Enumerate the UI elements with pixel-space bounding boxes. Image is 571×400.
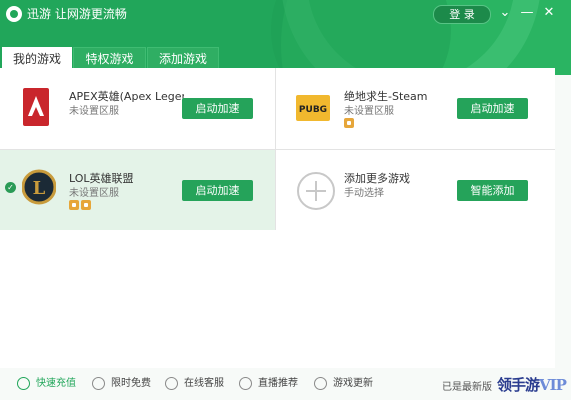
pubg-icon: PUBG: [296, 95, 330, 121]
tab-privilege-games[interactable]: 特权游戏: [73, 47, 146, 69]
live-play-icon: [239, 377, 252, 390]
tab-add-games[interactable]: 添加游戏: [147, 47, 219, 69]
upload-arrow-icon: [314, 377, 327, 390]
plus-circle-icon[interactable]: [296, 171, 336, 211]
game-card-lol[interactable]: ✓ L LOL英雄联盟 未设置区服 启动加速: [0, 150, 275, 230]
minimize-icon[interactable]: —: [518, 4, 536, 22]
privilege-badge-icon: [81, 200, 91, 210]
start-accelerate-button[interactable]: 启动加速: [182, 180, 253, 201]
footer-service-link[interactable]: 在线客服: [165, 377, 227, 391]
watermark-logo: 领手游VIP: [497, 376, 567, 394]
start-accelerate-button[interactable]: 启动加速: [457, 98, 528, 119]
games-panel: APEX英雄(Apex Legen... 未设置区服 启动加速 PUBG 绝地求…: [0, 68, 555, 368]
decorative-swirl-dark: [271, 0, 451, 75]
svg-text:PUBG: PUBG: [299, 105, 327, 115]
tab-my-games[interactable]: 我的游戏: [2, 47, 72, 69]
game-server: 未设置区服: [344, 106, 394, 117]
start-accelerate-button[interactable]: 启动加速: [182, 98, 253, 119]
footer-update-link[interactable]: 游戏更新: [314, 377, 376, 391]
game-server: 未设置区服: [69, 106, 119, 117]
apex-legends-icon: [23, 88, 49, 126]
close-icon[interactable]: ✕: [540, 4, 558, 22]
stopwatch-icon: [92, 377, 105, 390]
app-logo-icon: [6, 6, 22, 22]
game-card-pubg[interactable]: PUBG 绝地求生-Steam 未设置区服 启动加速: [276, 68, 555, 148]
footer-recharge-link[interactable]: 快速充值: [17, 377, 79, 391]
login-button[interactable]: 登 录: [433, 5, 491, 24]
smart-add-button[interactable]: 智能添加: [457, 180, 528, 201]
footer-bar: 快速充值 限时免费 在线客服 直播推荐 游戏更新 已是最新版 领手游VIP: [0, 368, 571, 400]
add-more-games-card[interactable]: 添加更多游戏 手动选择 智能添加: [276, 150, 555, 230]
footer-free-link[interactable]: 限时免费: [92, 377, 154, 391]
title-bar: 迅游 让网游更流畅 登 录 ⌄ — ✕ 我的游戏 特权游戏 添加游戏: [0, 0, 571, 75]
user-service-icon: [165, 377, 178, 390]
version-status: 已是最新版: [442, 382, 492, 393]
dropdown-menu-icon[interactable]: ⌄: [496, 4, 514, 22]
footer-live-link[interactable]: 直播推荐: [239, 377, 301, 391]
app-title: 迅游 让网游更流畅: [27, 7, 127, 21]
privilege-badge-icon: [344, 118, 354, 128]
recharge-icon: [17, 377, 30, 390]
privilege-badge-icon: [69, 200, 79, 210]
selected-check-icon: ✓: [5, 182, 16, 193]
league-of-legends-icon: L: [22, 169, 56, 205]
game-server: 未设置区服: [69, 188, 119, 199]
manual-select-label: 手动选择: [344, 188, 384, 199]
game-card-apex[interactable]: APEX英雄(Apex Legen... 未设置区服 启动加速: [0, 68, 275, 148]
svg-text:L: L: [33, 178, 46, 199]
